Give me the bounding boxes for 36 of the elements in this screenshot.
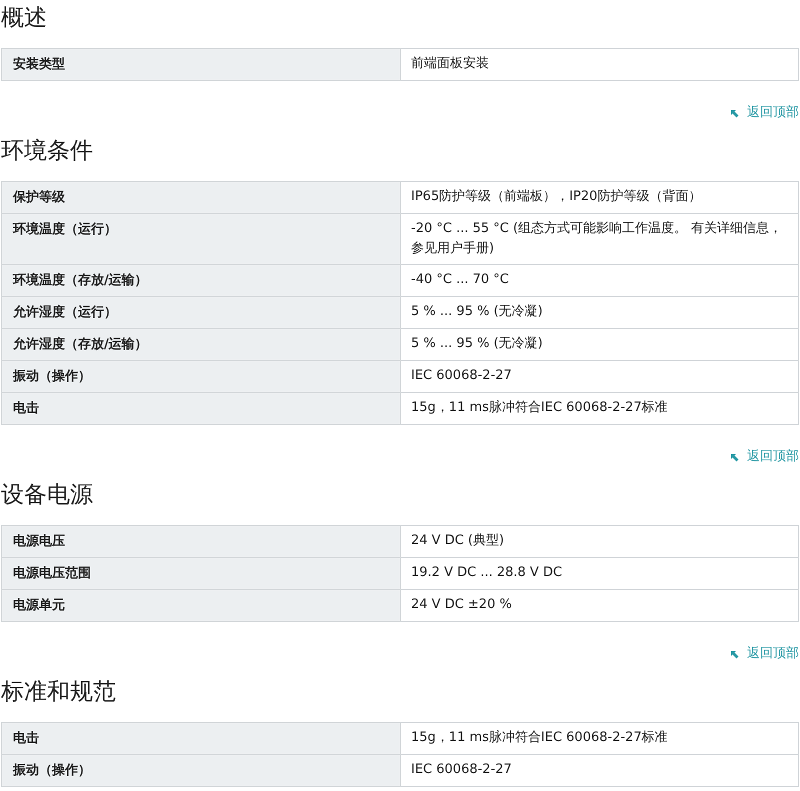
value-cell: IEC 60068-2-27	[400, 754, 798, 786]
section-heading: 设备电源	[1, 481, 93, 510]
value-cell: 5 % ... 95 % (无冷凝)	[400, 328, 798, 360]
value-cell: IEC 60068-2-27	[400, 360, 798, 392]
section-heading: 环境条件	[1, 137, 93, 166]
back-to-top-link[interactable]: 返回顶部	[730, 447, 800, 467]
label-cell: 电击	[2, 392, 400, 424]
value-cell: 15g，11 ms脉冲符合IEC 60068-2-27标准	[400, 722, 798, 754]
value-cell: -40 °C ... 70 °C	[400, 264, 798, 296]
label-cell: 环境温度（存放/运输）	[2, 264, 400, 296]
label-cell: 允许湿度（运行）	[2, 296, 400, 328]
value-cell: 前端面板安装	[400, 48, 798, 80]
arrow-icon	[730, 452, 739, 462]
label-cell: 振动（操作）	[2, 360, 400, 392]
arrow-icon	[730, 108, 739, 118]
label-cell: 保护等级	[2, 182, 400, 214]
value-cell: 5 % ... 95 % (无冷凝)	[400, 296, 798, 328]
value-cell: -20 °C ... 55 °C (组态方式可能影响工作温度。 有关详细信息，参见用户手册)	[400, 214, 798, 264]
label-cell: 电源单元	[2, 590, 400, 622]
label-cell: 环境温度（运行）	[2, 214, 400, 264]
value-cell: IP65防护等级（前端板），IP20防护等级（背面）	[400, 182, 798, 214]
value-cell: 24 V DC ±20 %	[400, 590, 798, 622]
label-cell: 允许湿度（存放/运输）	[2, 328, 400, 360]
back-to-top-link[interactable]: 返回顶部	[730, 103, 800, 123]
label-cell: 电源电压范围	[2, 558, 400, 590]
arrow-icon	[730, 650, 739, 658]
section-heading: 标准和规范	[1, 678, 116, 707]
value-cell: 15g，11 ms脉冲符合IEC 60068-2-27标准	[400, 392, 798, 424]
section-heading: 概述	[1, 4, 47, 33]
label-cell: 电源电压	[2, 526, 400, 558]
value-cell: 24 V DC (典型)	[400, 526, 798, 558]
label-cell: 振动（操作）	[2, 754, 400, 786]
label-cell: 电击	[2, 722, 400, 754]
back-to-top-link[interactable]: 返回顶部	[730, 644, 800, 664]
label-cell: 安装类型	[2, 48, 400, 80]
value-cell: 19.2 V DC ... 28.8 V DC	[400, 558, 798, 590]
